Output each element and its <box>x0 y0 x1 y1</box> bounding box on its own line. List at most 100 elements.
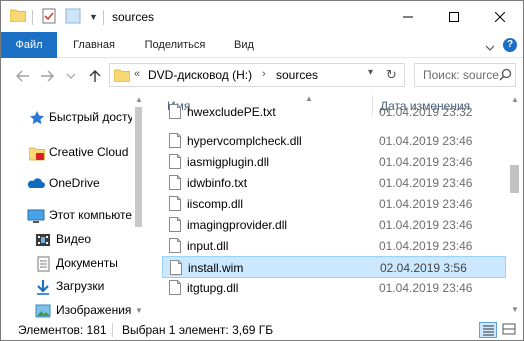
breadcrumb-sources[interactable]: sources <box>276 68 318 82</box>
toolbar-divider <box>32 10 33 25</box>
tab-file[interactable]: Файл <box>1 32 57 58</box>
refresh-icon[interactable]: ↻ <box>386 67 397 83</box>
file-name: iasmigplugin.dll <box>187 155 270 169</box>
sidebar-item-videos[interactable]: Видео <box>1 229 132 251</box>
file-icon <box>169 238 181 256</box>
onedrive-icon <box>27 176 45 192</box>
file-row[interactable]: iiscomp.dll 01.04.2019 23:46 <box>162 193 506 215</box>
scroll-down-icon[interactable]: ▼ <box>135 306 143 315</box>
file-row[interactable]: imagingprovider.dll 01.04.2019 23:46 <box>162 214 506 236</box>
ribbon-tabs: Файл Главная Поделиться Вид ? <box>1 32 523 58</box>
file-name: imagingprovider.dll <box>187 218 288 232</box>
status-divider <box>112 323 113 337</box>
new-folder-icon[interactable] <box>65 8 81 27</box>
file-icon <box>169 196 181 214</box>
recent-locations-button[interactable] <box>63 67 79 85</box>
sidebar-item-quick-access[interactable]: Быстрый доступ <box>1 107 132 129</box>
file-date: 01.04.2019 23:32 <box>379 105 473 119</box>
minimize-button[interactable] <box>385 1 431 32</box>
folder-icon <box>9 8 27 25</box>
status-bar: Элементов: 181 Выбран 1 элемент: 3,69 ГБ <box>1 319 523 340</box>
scroll-down-icon[interactable]: ▼ <box>511 305 519 314</box>
file-icon <box>169 133 181 151</box>
file-date: 01.04.2019 23:46 <box>379 176 473 190</box>
file-list-scrollbar[interactable]: ▲ ▼ <box>506 93 523 319</box>
sidebar-item-creative-cloud[interactable]: Creative Cloud <box>1 142 132 164</box>
tab-share[interactable]: Поделиться <box>133 32 217 58</box>
file-date: 01.04.2019 23:46 <box>379 239 473 253</box>
search-icon[interactable] <box>499 68 512 84</box>
sidebar-item-label: Загрузки <box>56 279 105 293</box>
sidebar-item-this-pc[interactable]: Этот компьютер <box>1 205 132 227</box>
file-icon <box>169 175 181 193</box>
scroll-up-icon[interactable]: ▲ <box>135 95 143 104</box>
scrollbar-thumb[interactable] <box>510 165 519 193</box>
file-icon <box>170 260 182 278</box>
toolbar-divider <box>103 10 104 25</box>
up-button[interactable] <box>87 67 103 85</box>
expand-ribbon-icon[interactable] <box>485 41 495 55</box>
breadcrumb-chevron-icon[interactable]: › <box>262 68 266 80</box>
video-icon <box>35 232 51 248</box>
file-row[interactable]: iasmigplugin.dll 01.04.2019 23:46 <box>162 151 506 173</box>
folder-icon <box>113 68 131 85</box>
sidebar-item-label: Документы <box>56 256 118 270</box>
large-icons-view-button[interactable] <box>501 322 519 338</box>
file-name: hypervcomplcheck.dll <box>187 134 302 148</box>
navigation-pane-scrollbar[interactable]: ▲ ▼ <box>132 93 145 319</box>
navigation-pane: Быстрый доступ Creative Cloud OneDrive Э… <box>1 93 132 319</box>
sidebar-item-onedrive[interactable]: OneDrive <box>1 173 132 195</box>
title-bar: ▼ sources <box>1 1 523 32</box>
file-row[interactable]: input.dll 01.04.2019 23:46 <box>162 235 506 257</box>
window-title: sources <box>112 10 155 24</box>
scroll-up-icon[interactable]: ▲ <box>511 95 519 104</box>
forward-button[interactable] <box>39 67 55 85</box>
file-date: 01.04.2019 23:46 <box>379 281 473 295</box>
file-row[interactable]: install.wim 02.04.2019 3:56 <box>162 256 506 278</box>
file-date: 01.04.2019 23:46 <box>379 134 473 148</box>
properties-icon[interactable] <box>42 8 56 27</box>
back-button[interactable] <box>15 67 31 85</box>
help-icon[interactable]: ? <box>503 38 517 52</box>
explorer-window: ▼ sources Файл Главная Поделиться Вид ? <box>0 0 524 341</box>
search-placeholder: Поиск: sources <box>423 68 499 82</box>
file-name: idwbinfo.txt <box>187 176 248 190</box>
file-icon <box>169 154 181 172</box>
downloads-icon <box>35 279 51 295</box>
customize-toolbar-icon[interactable]: ▼ <box>89 12 98 22</box>
sidebar-item-pictures[interactable]: Изображения <box>1 300 132 319</box>
sidebar-item-downloads[interactable]: Загрузки <box>1 276 132 298</box>
sidebar-item-label: Изображения <box>56 303 132 317</box>
address-dropdown-icon[interactable]: ▾ <box>368 67 373 78</box>
sidebar-item-documents[interactable]: Документы <box>1 253 132 275</box>
search-input[interactable]: Поиск: sources <box>414 63 516 87</box>
file-date: 01.04.2019 23:46 <box>379 155 473 169</box>
item-count: Элементов: 181 <box>18 323 107 337</box>
pictures-icon <box>35 303 51 319</box>
address-bar[interactable]: « DVD-дисковод (H:) › sources ▾ ↻ <box>109 63 405 87</box>
file-date: 01.04.2019 23:46 <box>379 197 473 211</box>
breadcrumb-overflow[interactable]: « <box>134 68 140 80</box>
selection-info: Выбран 1 элемент: 3,69 ГБ <box>122 323 274 337</box>
file-row[interactable]: itgtupg.dll 01.04.2019 23:46 <box>162 277 506 299</box>
file-name: iiscomp.dll <box>187 197 244 211</box>
file-date: 02.04.2019 3:56 <box>380 261 467 275</box>
sidebar-item-label: Этот компьютер <box>49 208 132 222</box>
file-name: itgtupg.dll <box>187 281 239 295</box>
close-button[interactable] <box>477 1 523 32</box>
tab-view[interactable]: Вид <box>223 32 265 58</box>
details-view-button[interactable] <box>479 322 497 338</box>
file-date: 01.04.2019 23:46 <box>379 218 473 232</box>
sidebar-item-label: Видео <box>56 232 92 246</box>
file-row[interactable]: hwexcludePE.txt 01.04.2019 23:32 <box>162 101 506 123</box>
sidebar-item-label: Creative Cloud <box>49 145 129 159</box>
file-row[interactable]: idwbinfo.txt 01.04.2019 23:46 <box>162 172 506 194</box>
computer-icon <box>27 208 45 224</box>
star-icon <box>29 110 45 126</box>
tab-home[interactable]: Главная <box>59 32 129 58</box>
scrollbar-thumb[interactable] <box>135 107 142 227</box>
file-row[interactable]: hypervcomplcheck.dll 01.04.2019 23:46 <box>162 130 506 152</box>
breadcrumb-dvd-drive[interactable]: DVD-дисковод (H:) <box>148 68 252 82</box>
maximize-button[interactable] <box>431 1 477 32</box>
file-icon <box>169 217 181 235</box>
